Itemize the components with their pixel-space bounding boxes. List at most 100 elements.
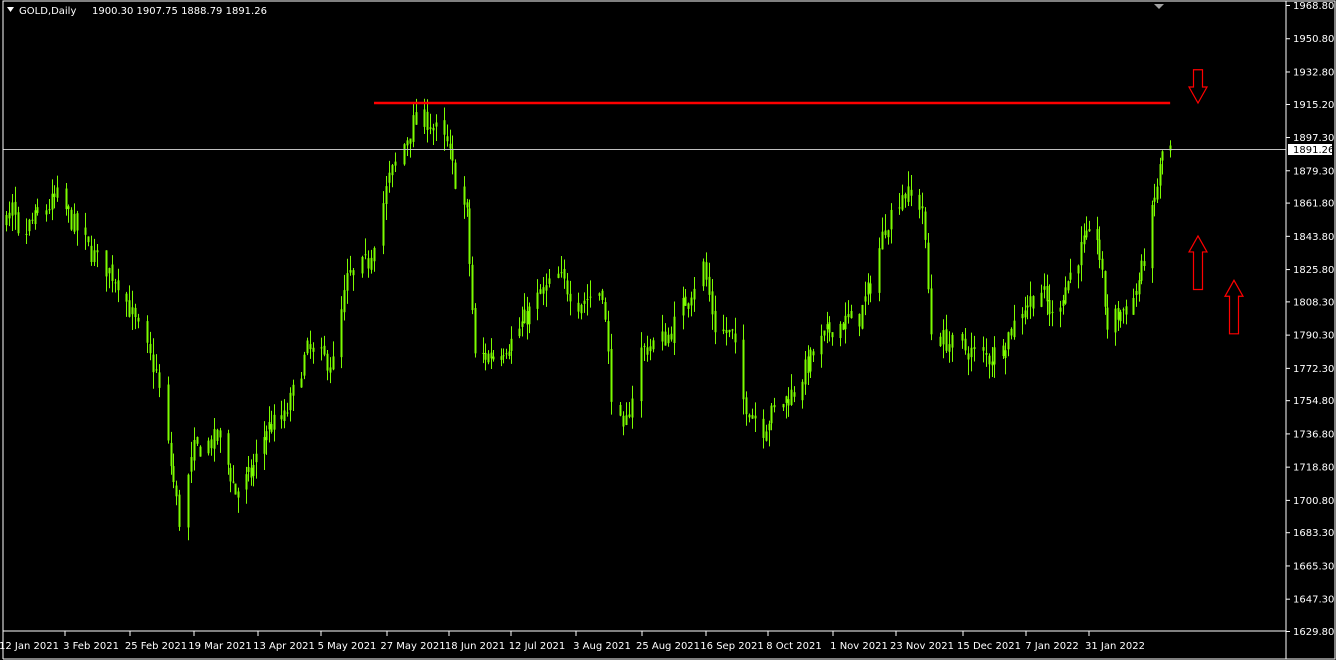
candle-body (1125, 306, 1128, 315)
candle-body (14, 201, 17, 215)
candle-body (492, 356, 495, 360)
candle-body (36, 207, 39, 213)
candle-body (105, 250, 108, 277)
candle-body (518, 328, 521, 337)
candle-body (560, 272, 563, 274)
candle-body (137, 317, 140, 322)
candle-body (751, 415, 754, 419)
candle-body (628, 414, 631, 417)
candle-body (1046, 285, 1049, 302)
candle-body (910, 189, 913, 196)
candle-body (76, 213, 79, 231)
time-tick-label: 3 Feb 2021 (63, 641, 119, 652)
candle-body (93, 250, 96, 263)
candle-body (787, 399, 790, 406)
candle (471, 256, 474, 315)
candle-body (607, 321, 610, 352)
candle-body (175, 485, 178, 497)
candle-body (858, 313, 861, 327)
candle-body (409, 138, 412, 144)
candle-body (991, 361, 994, 366)
candle-body (373, 247, 376, 262)
time-tick-label: 13 Apr 2021 (253, 641, 315, 652)
time-tick-label: 5 May 2021 (318, 641, 377, 652)
candle-body (346, 273, 349, 291)
candle-body (229, 467, 232, 482)
candle-body (265, 431, 268, 441)
candle-body (352, 270, 355, 276)
time-tick-label: 25 Aug 2021 (636, 641, 700, 652)
candle-body (1119, 311, 1122, 322)
candle-body (283, 410, 286, 421)
candle-body (1062, 300, 1065, 306)
candle-body (28, 219, 31, 232)
candle-body (443, 120, 446, 135)
time-tick-label: 3 Aug 2021 (573, 641, 631, 652)
candle-body (268, 422, 271, 430)
candle-body (1151, 204, 1154, 269)
candle-body (245, 474, 248, 490)
candle-body (904, 193, 907, 199)
price-tick-label: 1950.80 (1293, 34, 1334, 45)
candle-body (155, 369, 158, 371)
candle-body (790, 389, 793, 405)
candle-body (1114, 308, 1117, 333)
candle-body (213, 429, 216, 449)
candle-body (502, 355, 505, 357)
candle-body (446, 136, 449, 142)
candle-body (128, 300, 131, 317)
candle-body (1059, 307, 1062, 312)
candle-body (539, 289, 542, 294)
candle-body (1101, 258, 1104, 270)
candle-body (793, 392, 796, 397)
candle-body (673, 316, 676, 344)
candle-body (1117, 308, 1120, 320)
candle-body (51, 193, 54, 210)
candle-body (861, 304, 864, 329)
candle-body (748, 414, 751, 418)
candle-body (898, 207, 901, 209)
candle-body (1104, 271, 1107, 307)
candle-body (770, 405, 773, 424)
candle (234, 483, 237, 495)
price-tick-label: 1629.80 (1293, 627, 1334, 638)
time-tick-label: 7 Jan 2022 (1025, 641, 1079, 652)
candle-body (536, 292, 539, 309)
candle-body (247, 466, 250, 472)
candle-body (598, 293, 601, 296)
candle-body (1085, 230, 1088, 238)
candle-body (1096, 229, 1099, 241)
candle-body (649, 346, 652, 352)
current-price-label: 1891.26 (1293, 145, 1334, 156)
candle-body (927, 242, 930, 290)
candle-body (1153, 197, 1156, 202)
candle-body (847, 314, 850, 318)
price-tick-label: 1968.80 (1293, 1, 1334, 12)
candle-body (545, 285, 548, 291)
candle-body (131, 307, 134, 315)
candle-body (273, 414, 276, 430)
candle-body (1132, 297, 1135, 315)
candle-body (878, 248, 881, 293)
candle-body (867, 282, 870, 295)
candle-body (252, 464, 255, 476)
candle-body (329, 367, 332, 373)
candle-body (948, 344, 951, 352)
candle-body (96, 250, 99, 253)
candle-body (234, 483, 237, 495)
candle-body (429, 127, 432, 129)
price-tick-label: 1879.30 (1293, 166, 1334, 177)
candle-body (1138, 280, 1141, 295)
current-price-tag: 1891.26 (1288, 144, 1334, 156)
candle-body (731, 329, 734, 331)
candle-body (84, 227, 87, 235)
candle-body (1083, 235, 1086, 245)
chart-canvas[interactable]: 1968.80 1950.80 1932.80 1915.20 1897.30 1879.… (0, 0, 1336, 660)
candle-body (652, 340, 655, 350)
price-tick-label: 1665.30 (1293, 561, 1334, 572)
candle-body (394, 161, 397, 166)
candle-body (435, 122, 438, 127)
candle-body (111, 264, 114, 282)
candle-body (782, 404, 785, 408)
candle-body (385, 186, 388, 204)
